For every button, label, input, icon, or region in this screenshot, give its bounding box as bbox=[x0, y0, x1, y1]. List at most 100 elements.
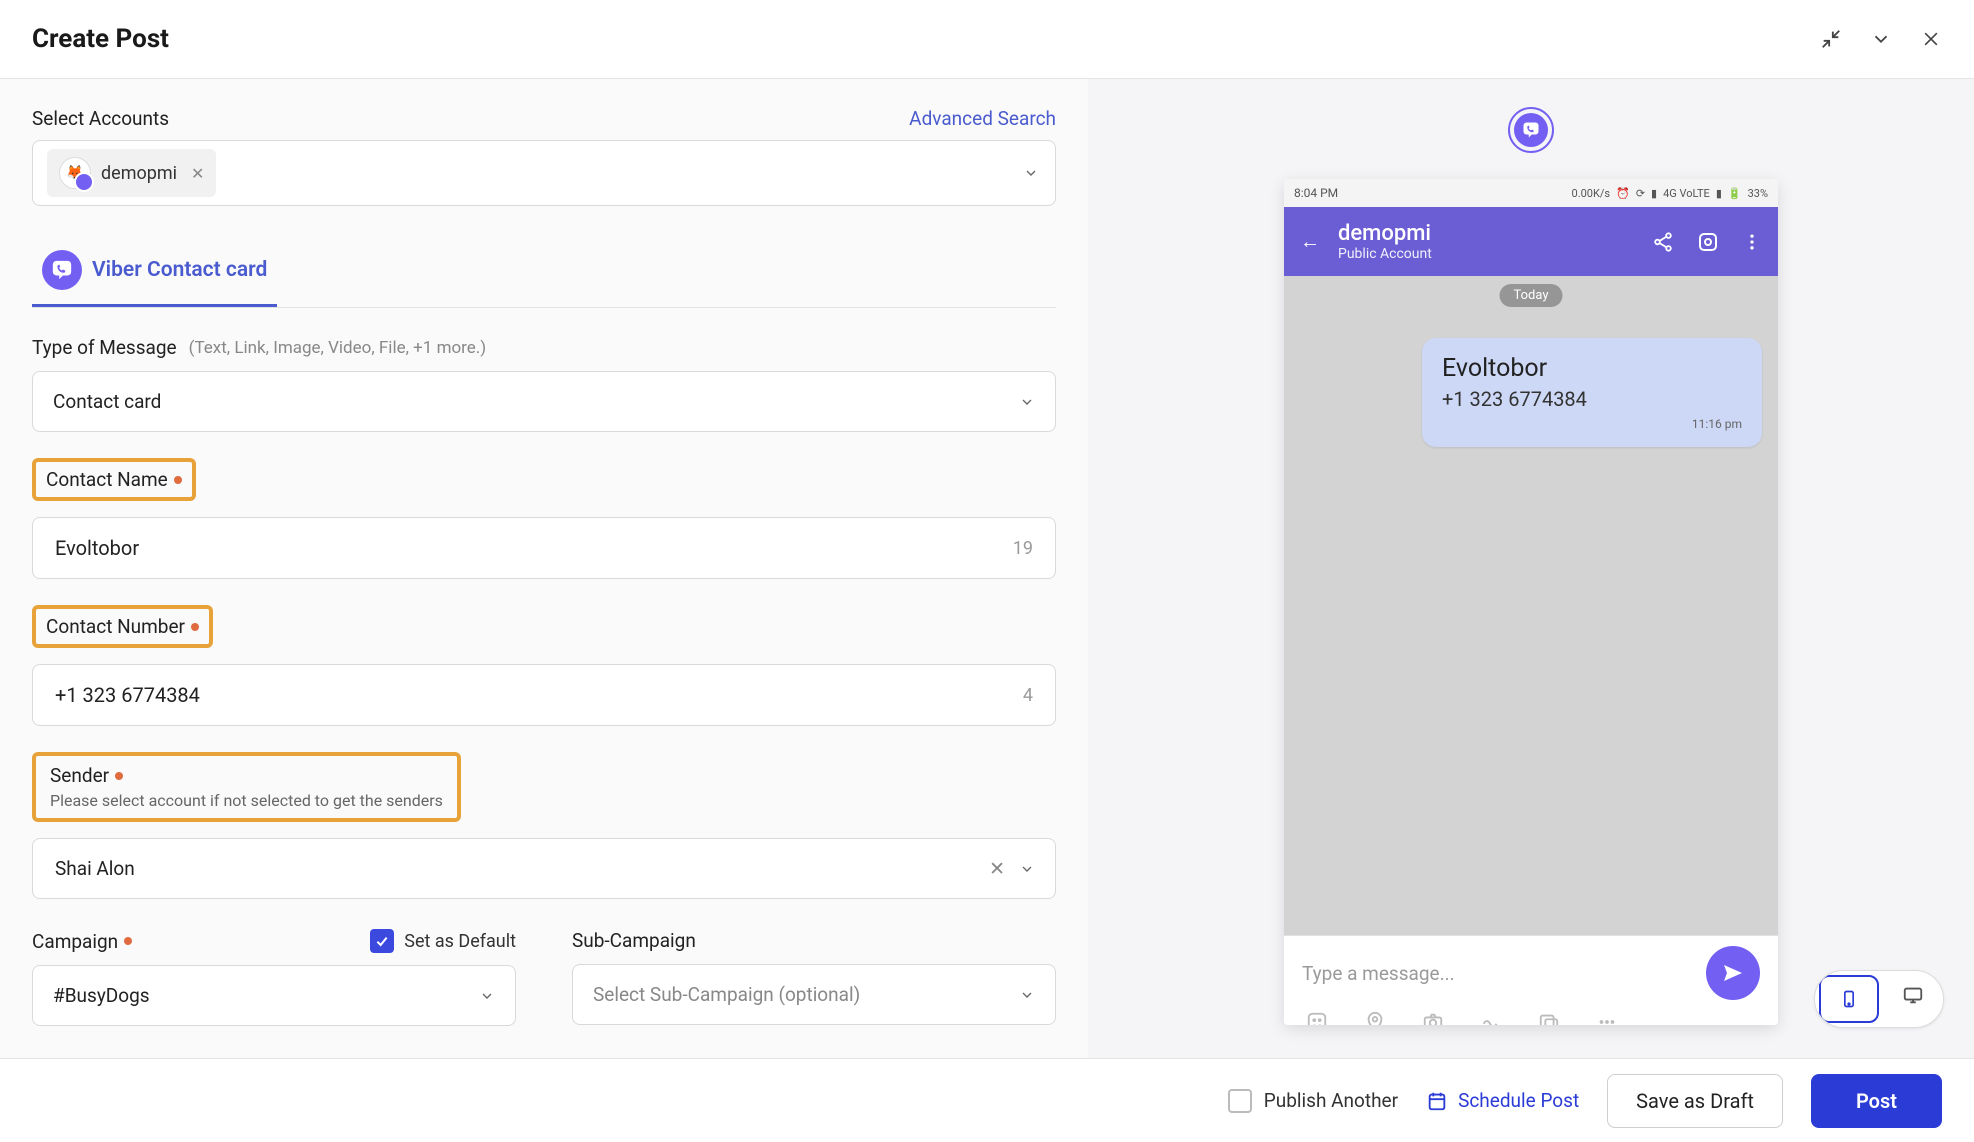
camera-icon[interactable] bbox=[1418, 1010, 1448, 1025]
required-dot-icon bbox=[191, 623, 199, 631]
sender-highlight: Sender Please select account if not sele… bbox=[32, 752, 461, 822]
close-icon[interactable] bbox=[1920, 28, 1942, 50]
subcampaign-label: Sub-Campaign bbox=[572, 929, 1056, 952]
sender-select[interactable]: Shai Alon ✕ bbox=[32, 838, 1056, 899]
viber-brand-icon bbox=[1508, 107, 1554, 153]
chat-area: Today Evoltobor +1 323 6774384 11:16 pm bbox=[1284, 276, 1778, 935]
back-icon[interactable]: ← bbox=[1300, 229, 1320, 254]
alarm-icon: ⏰ bbox=[1616, 187, 1630, 200]
channel-tabs: Viber Contact card bbox=[32, 236, 1056, 308]
type-of-message-select[interactable]: Contact card bbox=[32, 371, 1056, 432]
tab-viber-contact-card[interactable]: Viber Contact card bbox=[32, 236, 277, 307]
sender-value: Shai Alon bbox=[55, 857, 135, 880]
today-label: Today bbox=[1499, 284, 1562, 307]
subcampaign-placeholder: Select Sub-Campaign (optional) bbox=[593, 983, 860, 1006]
post-button[interactable]: Post bbox=[1811, 1074, 1942, 1128]
preview-account-type: Public Account bbox=[1338, 246, 1634, 262]
sender-hint: Please select account if not selected to… bbox=[50, 791, 443, 810]
type-of-message-value: Contact card bbox=[53, 390, 161, 413]
campaign-label: Campaign bbox=[32, 930, 118, 953]
bubble-number: +1 323 6774384 bbox=[1442, 387, 1742, 411]
contact-card-bubble: Evoltobor +1 323 6774384 11:16 pm bbox=[1422, 338, 1762, 447]
account-chip-label: demopmi bbox=[101, 163, 177, 184]
preview-account-name: demopmi bbox=[1338, 221, 1634, 246]
more-dots-icon[interactable] bbox=[1592, 1010, 1622, 1025]
phone-preview: 8:04 PM 0.00K/s ⏰ ⟳ ▮ 4G VoLTE ▮ 🔋 33% ← bbox=[1284, 179, 1778, 1025]
statusbar: 8:04 PM 0.00K/s ⏰ ⟳ ▮ 4G VoLTE ▮ 🔋 33% bbox=[1284, 179, 1778, 207]
device-toggle bbox=[1814, 970, 1944, 1028]
bubble-title: Evoltobor bbox=[1442, 354, 1742, 383]
subcampaign-select[interactable]: Select Sub-Campaign (optional) bbox=[572, 964, 1056, 1025]
remove-chip-icon[interactable]: ✕ bbox=[191, 164, 204, 183]
select-accounts-label: Select Accounts bbox=[32, 107, 169, 130]
target-icon[interactable] bbox=[1696, 230, 1720, 254]
battery-icon: 🔋 bbox=[1728, 187, 1742, 200]
publish-another-toggle[interactable]: Publish Another bbox=[1228, 1089, 1398, 1113]
minimize-icon[interactable] bbox=[1820, 28, 1842, 50]
mobile-view-toggle[interactable] bbox=[1819, 975, 1879, 1023]
contact-number-value: +1 323 6774384 bbox=[55, 683, 200, 707]
status-time: 8:04 PM bbox=[1294, 186, 1338, 200]
wifi-icon: ▮ bbox=[1716, 187, 1722, 200]
account-chip: 🦊 demopmi ✕ bbox=[47, 149, 216, 197]
contact-name-input[interactable]: Evoltobor 19 bbox=[32, 517, 1056, 579]
contact-number-label: Contact Number bbox=[46, 615, 185, 638]
preview-panel: 8:04 PM 0.00K/s ⏰ ⟳ ▮ 4G VoLTE ▮ 🔋 33% ← bbox=[1088, 79, 1974, 1058]
set-as-default-label: Set as Default bbox=[404, 931, 516, 952]
location-icon[interactable] bbox=[1360, 1010, 1390, 1025]
contact-name-value: Evoltobor bbox=[55, 536, 139, 560]
desktop-view-toggle[interactable] bbox=[1883, 971, 1943, 1019]
contact-name-counter: 19 bbox=[1013, 538, 1033, 559]
signal-icon: ▮ bbox=[1651, 187, 1657, 200]
bubble-time: 11:16 pm bbox=[1442, 417, 1742, 431]
chevron-down-icon bbox=[1019, 394, 1035, 410]
required-dot-icon bbox=[115, 772, 123, 780]
avatar-icon: 🦊 bbox=[59, 157, 91, 189]
message-input-bar: Type a message... bbox=[1284, 935, 1778, 1025]
contact-number-counter: 4 bbox=[1023, 685, 1033, 706]
contact-name-highlight: Contact Name bbox=[32, 458, 196, 501]
tab-label: Viber Contact card bbox=[92, 258, 267, 282]
clear-sender-icon[interactable]: ✕ bbox=[989, 857, 1005, 880]
header-actions bbox=[1820, 28, 1942, 50]
form-panel: Select Accounts Advanced Search 🦊 demopm… bbox=[0, 79, 1088, 1058]
required-dot-icon bbox=[174, 476, 182, 484]
viber-icon bbox=[42, 250, 82, 290]
sync-icon: ⟳ bbox=[1636, 187, 1645, 200]
chevron-down-icon bbox=[1019, 987, 1035, 1003]
doodle-icon[interactable] bbox=[1476, 1010, 1506, 1025]
status-battery: 33% bbox=[1748, 187, 1768, 200]
set-as-default-toggle[interactable]: Set as Default bbox=[370, 929, 516, 953]
viber-header: ← demopmi Public Account bbox=[1284, 207, 1778, 276]
chevron-down-icon bbox=[479, 988, 495, 1004]
sender-label: Sender bbox=[50, 764, 109, 787]
required-dot-icon bbox=[124, 937, 132, 945]
modal-header: Create Post bbox=[0, 0, 1974, 79]
account-select[interactable]: 🦊 demopmi ✕ bbox=[32, 140, 1056, 206]
chevron-down-icon[interactable] bbox=[1023, 165, 1039, 181]
save-draft-button[interactable]: Save as Draft bbox=[1607, 1074, 1783, 1128]
schedule-post-button[interactable]: Schedule Post bbox=[1426, 1089, 1579, 1112]
schedule-label: Schedule Post bbox=[1458, 1089, 1579, 1112]
share-icon[interactable] bbox=[1652, 231, 1674, 253]
publish-another-label: Publish Another bbox=[1264, 1089, 1398, 1112]
more-icon[interactable] bbox=[1742, 232, 1762, 252]
type-of-message-label: Type of Message (Text, Link, Image, Vide… bbox=[32, 336, 1056, 359]
gallery-icon[interactable] bbox=[1534, 1010, 1564, 1025]
campaign-select[interactable]: #BusyDogs bbox=[32, 965, 516, 1026]
campaign-value: #BusyDogs bbox=[53, 984, 150, 1007]
message-input-placeholder[interactable]: Type a message... bbox=[1302, 962, 1455, 985]
contact-name-label: Contact Name bbox=[46, 468, 168, 491]
contact-number-highlight: Contact Number bbox=[32, 605, 213, 648]
advanced-search-link[interactable]: Advanced Search bbox=[909, 107, 1056, 130]
page-title: Create Post bbox=[32, 24, 169, 54]
chevron-down-icon bbox=[1019, 861, 1035, 877]
collapse-icon[interactable] bbox=[1870, 28, 1892, 50]
contact-number-input[interactable]: +1 323 6774384 4 bbox=[32, 664, 1056, 726]
sticker-icon[interactable] bbox=[1302, 1010, 1332, 1025]
checkbox-unchecked-icon bbox=[1228, 1089, 1252, 1113]
modal-footer: Publish Another Schedule Post Save as Dr… bbox=[0, 1058, 1974, 1142]
send-button[interactable] bbox=[1706, 946, 1760, 1000]
status-net: 4G VoLTE bbox=[1663, 187, 1710, 200]
checkbox-checked-icon bbox=[370, 929, 394, 953]
